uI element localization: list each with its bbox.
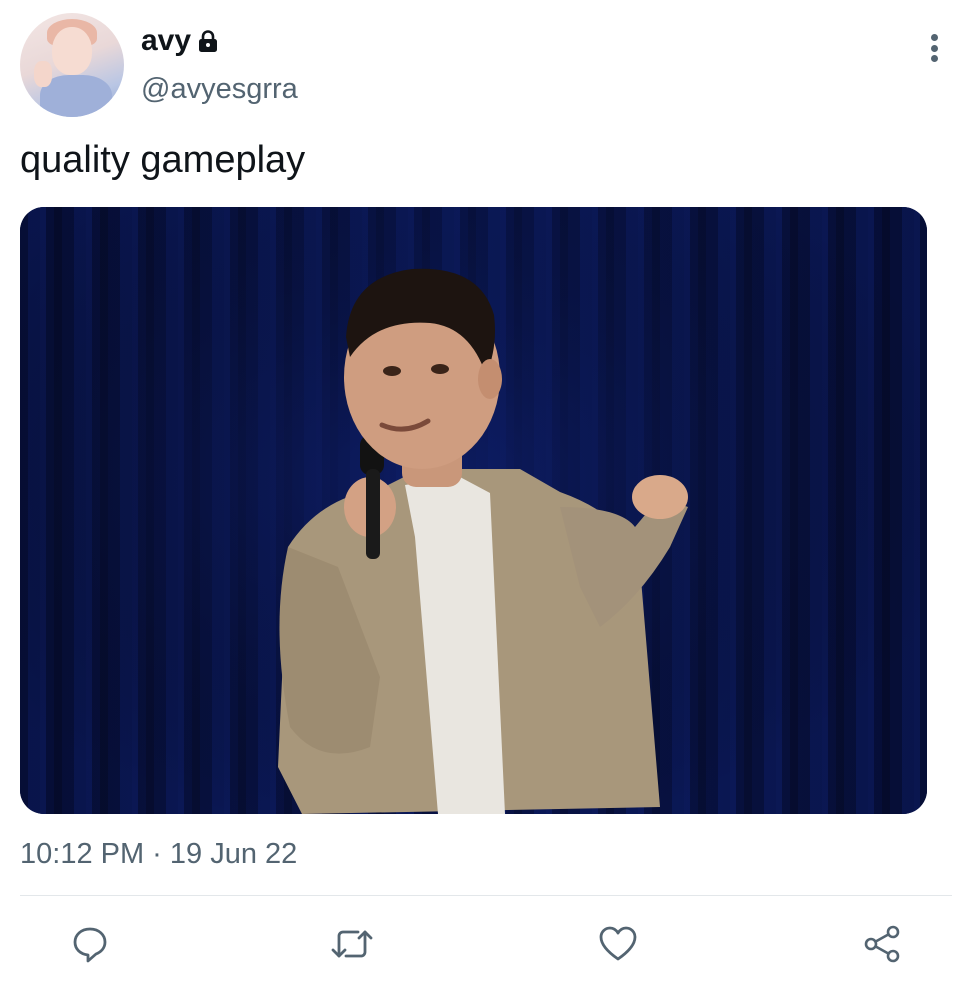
retweet-icon[interactable] — [330, 922, 374, 966]
avatar-face — [52, 27, 92, 75]
more-vertical-icon[interactable] — [922, 34, 946, 62]
divider — [20, 895, 952, 896]
tweet-media[interactable] — [20, 207, 927, 814]
author-name-row: avy — [141, 24, 219, 58]
tweet-text: quality gameplay — [20, 139, 306, 181]
like-icon[interactable] — [596, 922, 640, 966]
avatar[interactable] — [20, 13, 124, 117]
avatar-hand — [34, 61, 52, 87]
lock-icon — [197, 29, 219, 53]
display-name[interactable]: avy — [141, 24, 191, 58]
tweet-timestamp[interactable]: 10:12 PM · 19 Jun 22 — [20, 836, 297, 872]
share-icon[interactable] — [860, 922, 904, 966]
author-handle[interactable]: @avyesgrra — [141, 72, 298, 106]
reply-icon[interactable] — [68, 922, 112, 966]
